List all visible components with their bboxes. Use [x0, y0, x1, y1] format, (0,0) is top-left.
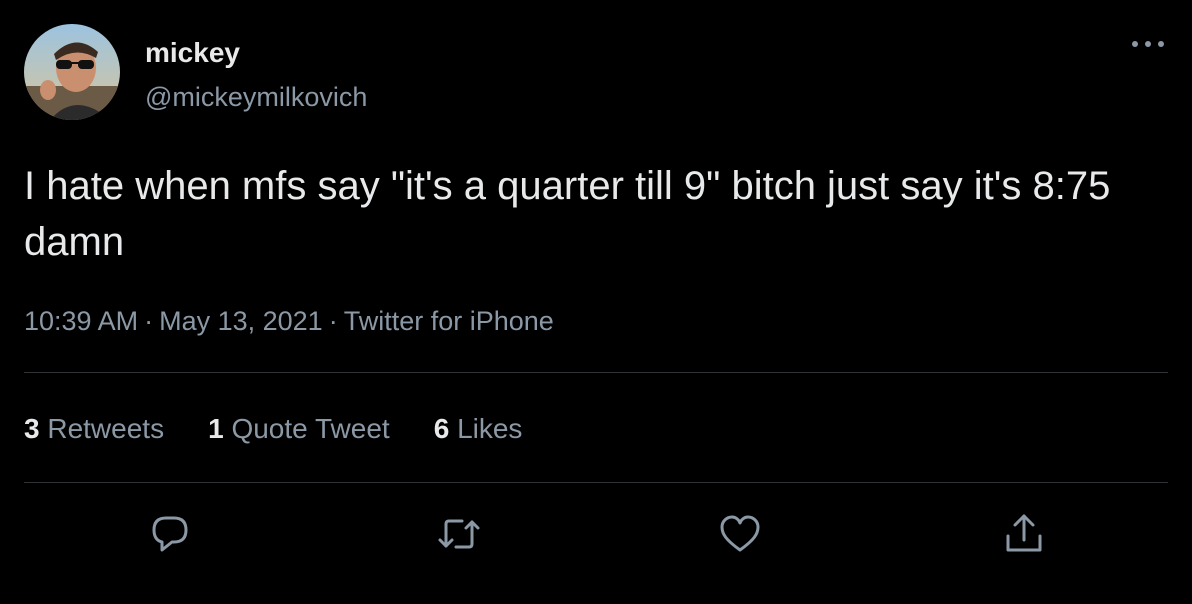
display-name[interactable]: mickey: [145, 37, 240, 69]
tweet-time[interactable]: 10:39 AM: [24, 306, 138, 337]
user-handle[interactable]: @mickeymilkovich: [145, 82, 367, 113]
retweet-icon[interactable]: [436, 512, 482, 556]
tweet-stats: 3 Retweets 1 Quote Tweet 6 Likes: [24, 413, 566, 445]
likes-stat[interactable]: 6 Likes: [434, 413, 523, 445]
meta-separator: ·: [328, 306, 338, 336]
quote-tweets-label: Quote Tweet: [231, 413, 390, 444]
quote-tweets-stat[interactable]: 1 Quote Tweet: [208, 413, 390, 445]
likes-count: 6: [433, 413, 450, 444]
avatar-photo: [24, 24, 120, 120]
divider: [24, 372, 1168, 373]
retweets-label: Retweets: [47, 413, 165, 444]
more-horizontal-icon[interactable]: [1130, 30, 1166, 60]
likes-label: Likes: [457, 413, 523, 444]
share-icon[interactable]: [1002, 512, 1046, 556]
meta-separator: ·: [144, 306, 154, 336]
reply-icon[interactable]: [148, 512, 192, 556]
retweets-count: 3: [24, 413, 40, 444]
tweet-metadata: 10:39 AM · May 13, 2021 · Twitter for iPhone: [24, 306, 554, 337]
retweets-stat[interactable]: 3 Retweets: [24, 413, 164, 445]
quote-tweets-count: 1: [208, 413, 224, 444]
tweet-date[interactable]: May 13, 2021: [159, 306, 323, 337]
heart-icon[interactable]: [718, 512, 762, 556]
avatar[interactable]: [24, 24, 120, 120]
divider: [24, 482, 1168, 483]
tweet-text: I hate when mfs say "it's a quarter till…: [24, 164, 1111, 264]
tweet-detail: mickey @mickeymilkovich I hate when mfs …: [0, 0, 1192, 604]
tweet-source[interactable]: Twitter for iPhone: [344, 306, 554, 337]
